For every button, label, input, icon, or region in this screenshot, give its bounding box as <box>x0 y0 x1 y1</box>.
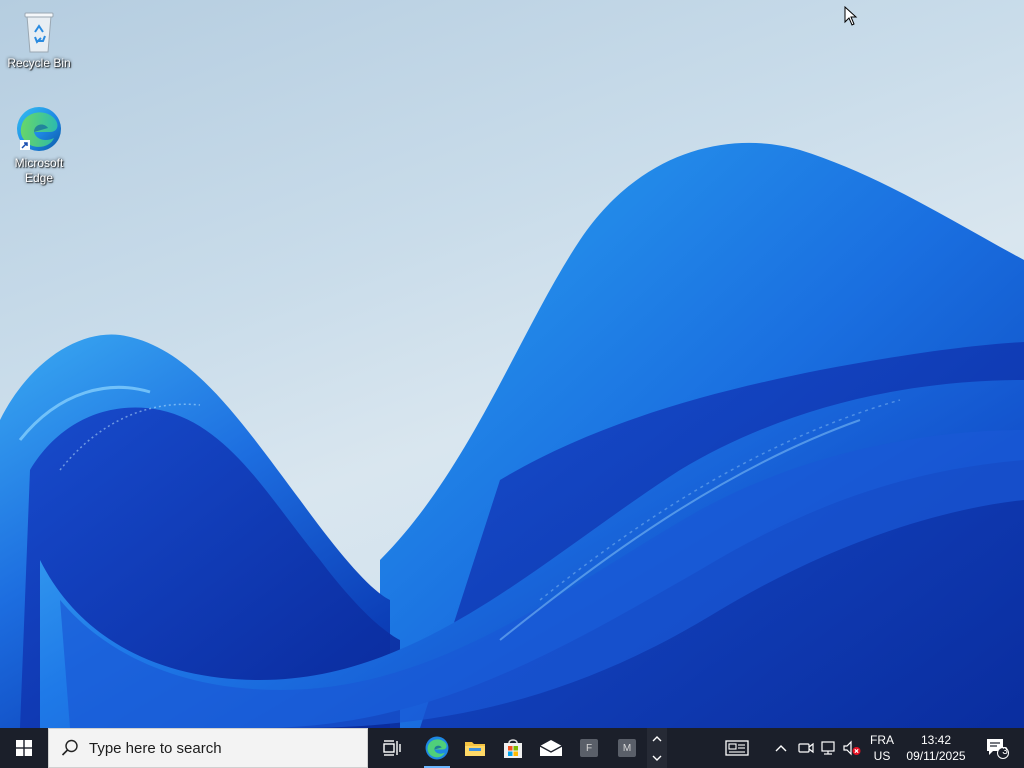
taskbar-search-box[interactable]: Type here to search <box>48 728 368 768</box>
input-language-indicator[interactable]: FRA US <box>866 732 898 764</box>
show-hidden-icons-button[interactable] <box>770 728 792 768</box>
recycle-bin-label: Recycle Bin <box>7 56 71 70</box>
app-m-icon: M <box>618 739 636 757</box>
language-code: FRA <box>870 733 894 747</box>
volume-button[interactable] <box>841 728 863 768</box>
meet-now-button[interactable] <box>795 728 817 768</box>
news-widget-button[interactable] <box>718 728 756 768</box>
network-button[interactable] <box>818 728 840 768</box>
edge-icon <box>17 107 61 151</box>
recycle-bin-icon <box>24 12 54 53</box>
notification-count-badge: 3 <box>1002 746 1008 757</box>
network-icon <box>821 741 835 755</box>
windows-logo-icon <box>16 740 32 756</box>
desktop: Recycle Bin Microsoft Edge <box>0 0 1024 728</box>
camera-icon <box>798 742 814 754</box>
chevron-up-icon <box>775 745 787 752</box>
taskbar-app-f-button[interactable]: F <box>570 728 608 768</box>
task-view-button[interactable] <box>373 728 411 768</box>
chevron-down-icon[interactable] <box>652 755 662 762</box>
taskbar-mail-button[interactable] <box>532 728 570 768</box>
action-center-button[interactable]: 3 <box>978 728 1016 768</box>
chevron-up-icon[interactable] <box>652 735 662 742</box>
desktop-icon-microsoft-edge[interactable]: Microsoft Edge <box>4 104 74 186</box>
task-view-icon <box>383 740 401 756</box>
news-icon <box>725 740 749 756</box>
clock-date: 09/11/2025 <box>906 749 966 763</box>
edge-icon <box>425 736 449 760</box>
microsoft-edge-label: Microsoft Edge <box>14 156 64 185</box>
mouse-cursor-icon <box>844 6 858 26</box>
taskbar-scroll-control <box>647 728 667 768</box>
start-button[interactable] <box>0 728 48 768</box>
wallpaper-bloom <box>0 142 1024 728</box>
keyboard-layout: US <box>873 749 891 763</box>
taskbar-file-explorer-button[interactable] <box>456 728 494 768</box>
desktop-icon-recycle-bin[interactable]: Recycle Bin <box>4 8 74 71</box>
clock[interactable]: 13:42 09/11/2025 <box>900 732 972 764</box>
folder-icon <box>465 742 485 756</box>
search-placeholder: Type here to search <box>89 739 222 757</box>
taskbar-store-button[interactable] <box>494 728 532 768</box>
volume-muted-icon <box>843 740 861 756</box>
store-icon <box>504 739 522 758</box>
taskbar-edge-button[interactable] <box>418 728 456 768</box>
app-f-icon: F <box>580 739 598 757</box>
taskbar-app-m-button[interactable]: M <box>608 728 646 768</box>
taskbar: Type here to search F M FRA US 13:42 09/… <box>0 728 1024 768</box>
search-icon <box>61 739 78 756</box>
clock-time: 13:42 <box>920 733 952 747</box>
mail-icon <box>539 740 563 756</box>
